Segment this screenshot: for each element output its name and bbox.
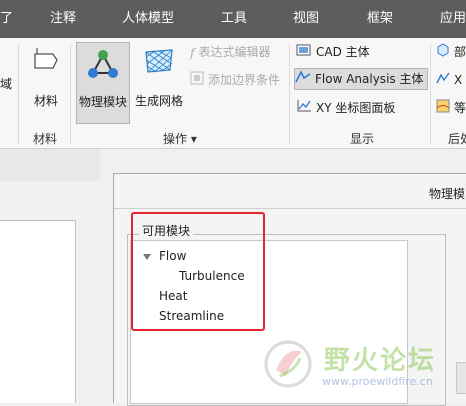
- curve-icon: [436, 71, 450, 91]
- right-tool-3[interactable]: 等: [436, 98, 466, 118]
- watermark-url: www.proewildfire.cn: [322, 375, 433, 388]
- menu-item-apps[interactable]: 应用: [440, 10, 466, 28]
- generate-mesh-button[interactable]: 生成网格: [134, 42, 184, 122]
- xy-plot-panel-button[interactable]: XY 坐标图面板: [296, 98, 395, 118]
- menu-item-annotate[interactable]: 注释: [50, 10, 76, 28]
- physics-module-button[interactable]: 物理模块: [76, 42, 130, 124]
- menu-item-frame[interactable]: 框架: [367, 10, 393, 28]
- domain-cut-label: 域: [0, 77, 13, 91]
- boundary-icon: [190, 71, 204, 91]
- right-tool-1[interactable]: 部: [436, 42, 466, 62]
- watermark-logo-icon: [264, 340, 312, 388]
- cube-icon: [436, 42, 450, 63]
- material-icon: [31, 46, 61, 79]
- group-label-operation[interactable]: 操作 ▾: [163, 130, 197, 147]
- watermark-text: 野火论坛: [324, 346, 437, 376]
- model-tree-pane[interactable]: [0, 220, 76, 403]
- function-icon: f: [190, 45, 195, 60]
- physics-icon: [87, 47, 119, 84]
- flow-body-icon: [295, 69, 311, 90]
- material-button[interactable]: 材料: [26, 42, 66, 122]
- menu-bar: 了 注释 人体模型 工具 视图 框架 应用: [0, 0, 466, 38]
- expression-editor-button[interactable]: f 表达式编辑器: [190, 42, 270, 62]
- dialog-title: 物理模: [428, 187, 465, 201]
- scroll-handle[interactable]: [456, 362, 466, 394]
- flow-analysis-body-button[interactable]: Flow Analysis 主体: [294, 68, 429, 90]
- highlight-annotation-box: [131, 212, 265, 331]
- mesh-icon: [142, 46, 176, 79]
- menu-item-cut[interactable]: 了: [0, 10, 13, 28]
- group-label-display: 显示: [350, 132, 375, 146]
- add-boundary-condition-button[interactable]: 添加边界条件: [190, 70, 280, 90]
- menu-item-human-model[interactable]: 人体模型: [122, 10, 174, 28]
- group-label-material: 材料: [33, 132, 58, 146]
- dialog-titlebar: 物理模: [114, 174, 466, 209]
- menu-item-view[interactable]: 视图: [293, 10, 319, 28]
- ribbon: 域 材料 材料 物理模块 生成网格 f 表达式编辑器 添加边界条件 操作 ▾ C…: [0, 38, 466, 149]
- contour-icon: [436, 99, 450, 119]
- group-label-post: 后处: [448, 132, 466, 146]
- menu-item-tools[interactable]: 工具: [221, 10, 247, 28]
- xy-plot-icon: [296, 99, 312, 119]
- cad-body-button[interactable]: CAD 主体: [296, 42, 370, 62]
- cad-body-icon: [296, 43, 312, 63]
- left-panel-header: [0, 149, 100, 181]
- right-tool-2[interactable]: X: [436, 70, 462, 90]
